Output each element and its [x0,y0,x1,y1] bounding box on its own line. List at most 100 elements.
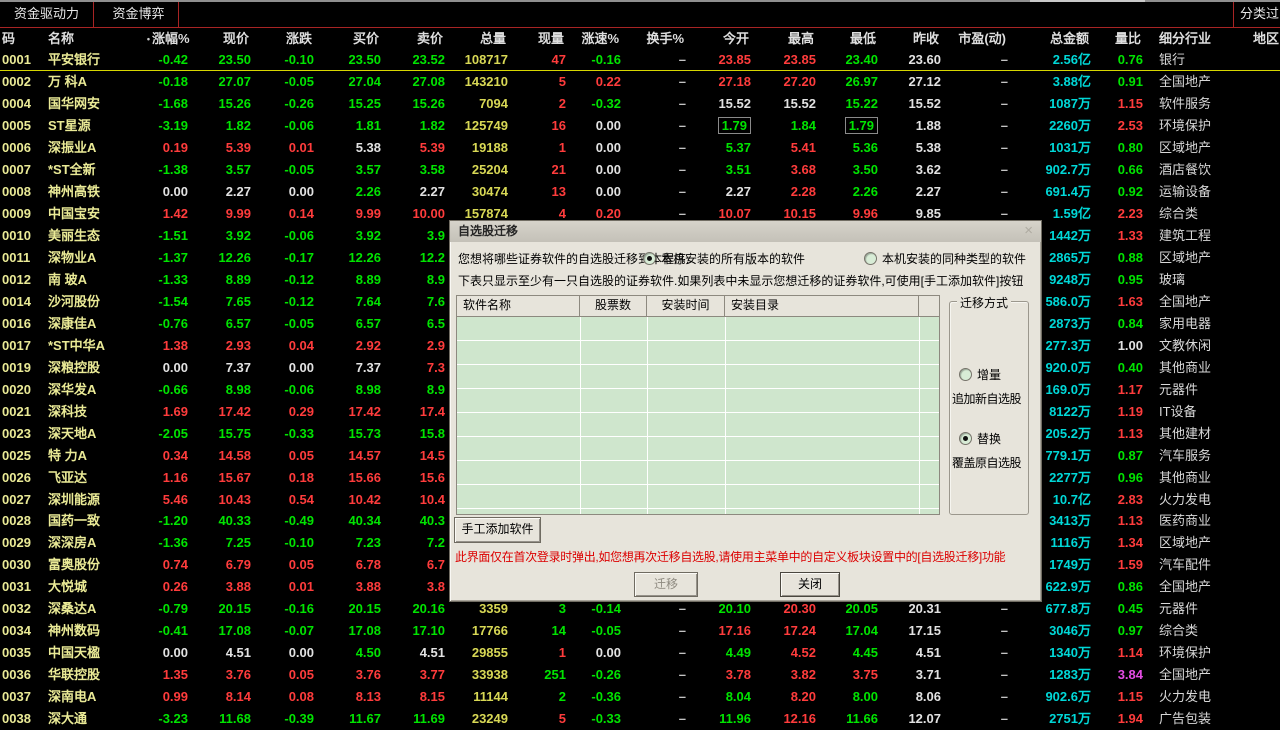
cell-industry: 其他商业 [1159,469,1212,485]
table-row[interactable]: 0005 ST星源 -3.19 1.82 -0.06 1.81 1.82 125749 16 0.… [0,115,1280,137]
cell-vol_ratio: 1.00 [1117,337,1143,353]
table-row[interactable]: 0004 国华网安 -1.68 15.26 -0.26 15.25 15.26 7094 2 -0… [0,93,1280,115]
classify-filter-label[interactable]: 分类过 [1233,2,1280,27]
cell-pe: – [1000,184,1008,200]
cell-industry: 医药商业 [1159,513,1212,529]
cell-pct: -0.42 [158,51,188,67]
cell-price: 12.26 [218,250,251,266]
cell-vol_ratio: 1.15 [1117,689,1143,705]
software-list-body[interactable] [457,317,939,514]
close-icon[interactable]: × [1024,221,1033,241]
cell-turnover: – [678,206,686,222]
list-column-header[interactable]: 安装时间 [647,296,725,316]
cell-vol_ratio: 0.80 [1117,140,1143,156]
table-row[interactable]: 0035 中国天楹 0.00 4.51 0.00 4.50 4.51 29855 1 0.00 – 4… [0,642,1280,664]
cell-vol_ratio: 0.92 [1117,184,1143,200]
cell-price: 7.25 [225,535,251,551]
cell-pct: 0.00 [162,359,188,375]
radio-icon[interactable] [643,252,656,265]
cell-high: 3.82 [790,667,816,683]
column-header-high[interactable]: 最高 [755,28,820,49]
tab-fund-game[interactable]: 资金博弈 [98,2,180,27]
cell-curvol: 14 [551,623,566,639]
column-header-open[interactable]: 今开 [690,28,755,49]
cell-buy: 3.76 [355,667,381,683]
cell-vol_ratio: 0.91 [1117,74,1143,90]
column-header-region[interactable]: 地区 [1247,28,1280,49]
radio-icon[interactable] [959,368,972,381]
column-header-turnover[interactable]: 换手% [625,28,690,49]
radio-caption: 覆盖原自选股 [952,456,1022,470]
radio-icon[interactable] [864,252,877,265]
table-row[interactable]: 0006 深振业A 0.19 5.39 0.01 5.38 5.39 19188 1 0.00 – 5… [0,137,1280,159]
table-row[interactable]: 0001 平安银行 -0.42 23.50 -0.10 23.50 23.52 108717 4… [0,49,1280,71]
cell-buy: 10.42 [348,491,381,507]
radio-same-type[interactable]: 本机安装的同种类型的软件 [864,250,1026,267]
cell-vol_ratio: 0.86 [1117,579,1143,595]
tab-fund-drive[interactable]: 资金驱动力 [0,2,95,27]
cell-buy: 17.42 [348,403,381,419]
column-header-industry[interactable]: 细分行业 [1147,28,1247,49]
cell-price: 17.42 [218,403,251,419]
list-column-header[interactable]: 股票数 [580,296,647,316]
radio-icon[interactable] [959,432,972,445]
cell-industry: 运输设备 [1159,184,1212,200]
column-header-sell[interactable]: 卖价 [385,28,449,49]
software-list[interactable]: 软件名称 股票数 安装时间 安装目录 [456,295,940,515]
cell-chg: -0.05 [284,162,314,178]
migrate-button[interactable]: 迁移 [634,572,698,597]
column-header-vol[interactable]: 总量 [449,28,512,49]
dialog-title-bar[interactable]: 自选股迁移 × [450,221,1041,242]
list-column-header[interactable] [919,296,939,316]
column-header-price[interactable]: 现价 [192,28,255,49]
radio-all-versions[interactable]: 本机安装的所有版本的软件 [643,250,805,267]
cell-vol_ratio: 1.94 [1117,711,1143,727]
column-header-chg[interactable]: 涨跌 [255,28,318,49]
column-header-vol_ratio[interactable]: 量比 [1095,28,1147,49]
cell-sell: 6.7 [426,557,445,573]
table-row[interactable]: 0002 万 科A -0.18 27.07 -0.05 27.04 27.08 143210 5… [0,71,1280,93]
manual-add-software-button[interactable]: 手工添加软件 [454,517,541,543]
cell-amount: 3.88亿 [1052,74,1091,90]
column-header-buy[interactable]: 买价 [318,28,385,49]
cell-pe: – [1000,623,1008,639]
column-header-prev_close[interactable]: 昨收 [882,28,945,49]
cell-amount: 902.7万 [1045,162,1091,178]
list-column-divider [919,317,920,514]
cell-open: 27.18 [718,74,751,90]
table-row[interactable]: 0034 神州数码 -0.41 17.08 -0.07 17.08 17.10 17766 14… [0,620,1280,642]
column-header-pe[interactable]: 市盈(动) [945,28,1012,49]
cell-vol_ratio: 1.19 [1117,403,1143,419]
table-row[interactable]: 0036 华联控股 1.35 3.76 0.05 3.76 3.77 33938 251 -0.2… [0,664,1280,686]
table-row[interactable]: 0038 深大通 -3.23 11.68 -0.39 11.67 11.69 23249 5 -0… [0,708,1280,730]
column-header-amount[interactable]: 总金额 [1012,28,1095,49]
table-row[interactable]: 0007 *ST全新 -1.38 3.57 -0.05 3.57 3.58 25204 21 0.… [0,159,1280,181]
column-header-pct[interactable]: 涨幅% [152,28,192,49]
table-row[interactable]: 0037 深南电A 0.99 8.14 0.08 8.13 8.15 11144 2 -0.36 –… [0,686,1280,708]
table-row[interactable]: 0008 神州高铁 0.00 2.27 0.00 2.26 2.27 30474 13 0.00 –… [0,181,1280,203]
cell-code: 0017 [2,337,31,353]
close-button[interactable]: 关闭 [780,572,840,597]
quote-table-header: 码名称 • 涨幅% 现价 涨跌 买价 卖价 总量 现量 涨速% 换手% 今开 最高 最低 昨收 市盈(动) 总金… [0,28,1280,49]
radio-mode-replace[interactable]: 替换 [959,430,1001,447]
column-header-code[interactable]: 码 [0,28,40,49]
cell-pe: – [1000,206,1008,222]
cell-industry: 酒店餐饮 [1159,162,1212,178]
cell-vol_ratio: 0.66 [1117,162,1143,178]
cell-turnover: – [678,118,686,134]
list-column-header[interactable]: 软件名称 [457,296,580,316]
column-header-speed[interactable]: 涨速% [570,28,625,49]
cell-chg: -0.49 [284,513,314,529]
column-header-name[interactable]: 名称 • [40,28,152,49]
cell-chg: 0.00 [288,359,314,375]
column-header-low[interactable]: 最低 [820,28,882,49]
cell-open: 4.49 [725,645,751,661]
cell-sell: 2.27 [419,184,445,200]
cell-name: 神州高铁 [48,184,101,200]
list-column-header[interactable]: 安装目录 [725,296,919,316]
cell-vol_ratio: 0.45 [1117,601,1143,617]
cell-chg: 0.14 [288,206,314,222]
cell-pe: – [1000,711,1008,727]
column-header-curvol[interactable]: 现量 [512,28,570,49]
radio-mode-incremental[interactable]: 增量 [959,366,1001,383]
